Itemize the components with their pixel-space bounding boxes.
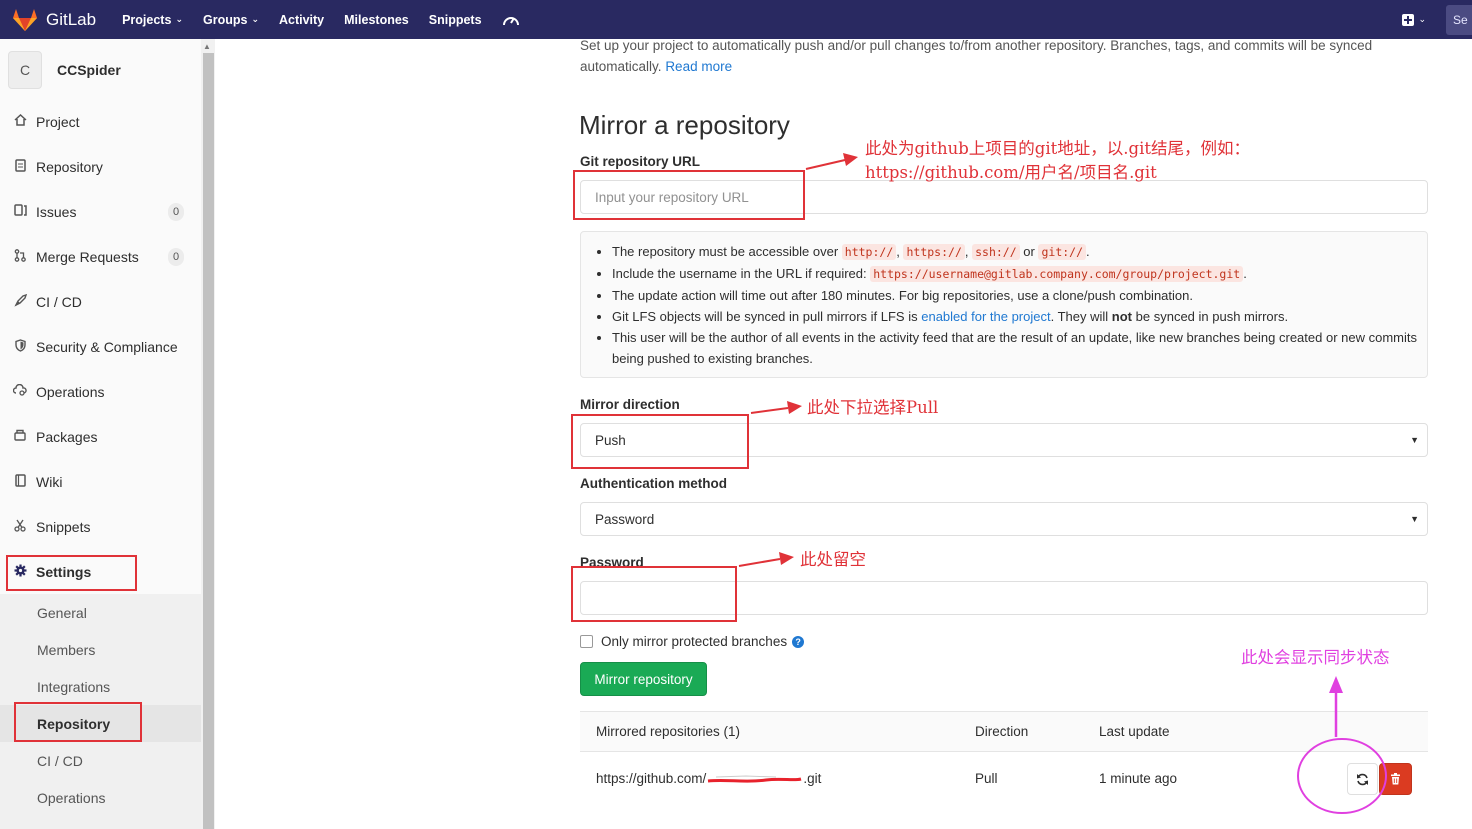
- annotation-direction-note: 此处下拉选择Pull: [807, 398, 939, 417]
- annotation-arrows: [738, 153, 1387, 814]
- annotation-url-note-line2: https://github.com/用户名/项目名.git: [865, 163, 1157, 182]
- annotation-url-note-line1: 此处为github上项目的git地址，以.git结尾，例如：: [865, 139, 1250, 158]
- annotation-url-note: 此处为github上项目的git地址，以.git结尾，例如： https://g…: [865, 137, 1250, 185]
- annotation-password-note: 此处留空: [800, 550, 866, 569]
- annotation-status-note: 此处会显示同步状态: [1241, 648, 1390, 667]
